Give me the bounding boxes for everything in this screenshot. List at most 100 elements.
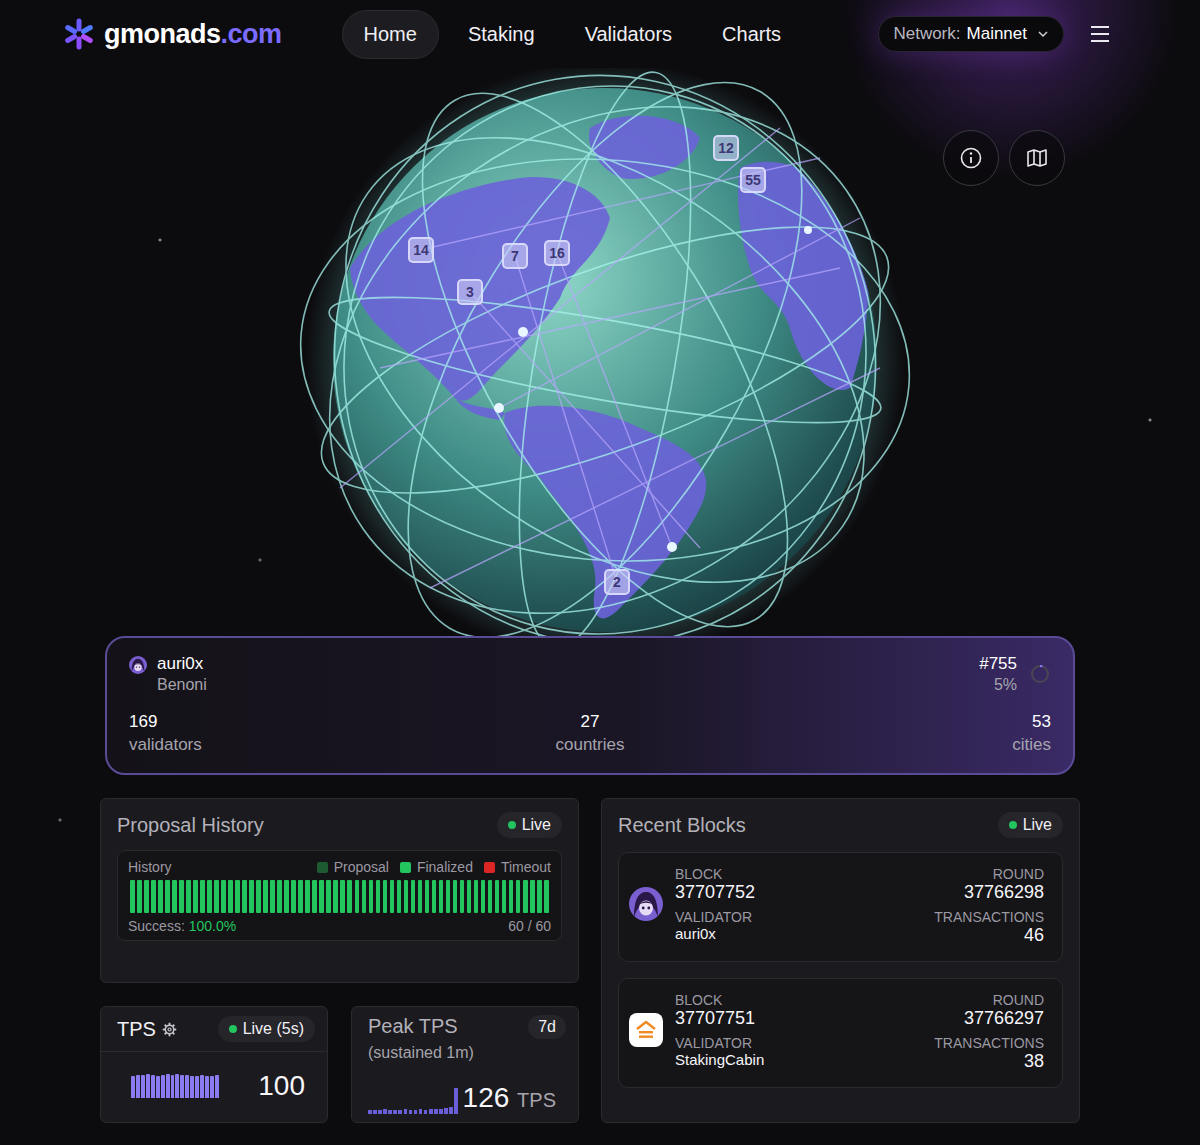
map-button[interactable]: [1009, 130, 1065, 186]
map-pin[interactable]: 3: [457, 279, 483, 305]
history-bar[interactable]: [221, 880, 226, 913]
history-bar[interactable]: [305, 880, 310, 913]
block-validator: StakingCabin: [675, 1051, 922, 1068]
transaction-count: 38: [1024, 1051, 1044, 1072]
history-bar[interactable]: [235, 880, 240, 913]
history-bar[interactable]: [263, 880, 268, 913]
transaction-count: 46: [1024, 925, 1044, 946]
history-bar[interactable]: [495, 880, 500, 913]
history-bar[interactable]: [319, 880, 324, 913]
history-header: History ProposalFinalizedTimeout: [128, 859, 551, 875]
range-badge[interactable]: 7d: [528, 1015, 566, 1039]
history-bar[interactable]: [544, 880, 549, 913]
history-bar[interactable]: [340, 880, 345, 913]
history-bar[interactable]: [362, 880, 367, 913]
history-bar[interactable]: [418, 880, 423, 913]
dashboard-grid: Proposal History Live History ProposalFi…: [100, 798, 1200, 1123]
history-bar[interactable]: [165, 880, 170, 913]
history-bar[interactable]: [249, 880, 254, 913]
history-bar[interactable]: [284, 880, 289, 913]
history-bar[interactable]: [347, 880, 352, 913]
history-bar[interactable]: [516, 880, 521, 913]
current-proposer-card: auri0x Benoni #755 5% 169 validators27 c…: [105, 636, 1075, 775]
history-bar[interactable]: [242, 880, 247, 913]
history-bar[interactable]: [214, 880, 219, 913]
history-bar[interactable]: [186, 880, 191, 913]
history-bar[interactable]: [158, 880, 163, 913]
history-bar[interactable]: [228, 880, 233, 913]
block-label: BLOCK: [675, 866, 922, 882]
menu-icon[interactable]: [1090, 25, 1110, 43]
history-bar[interactable]: [333, 880, 338, 913]
history-bar[interactable]: [446, 880, 451, 913]
map-pin[interactable]: 12: [713, 135, 739, 161]
history-bar[interactable]: [137, 880, 142, 913]
map-pin[interactable]: 14: [408, 237, 434, 263]
history-bar[interactable]: [376, 880, 381, 913]
validator-label: VALIDATOR: [675, 909, 922, 925]
history-bar[interactable]: [326, 880, 331, 913]
history-bar[interactable]: [390, 880, 395, 913]
history-bar[interactable]: [404, 880, 409, 913]
stat: 169 validators: [129, 712, 436, 755]
gear-icon[interactable]: [162, 1022, 177, 1037]
history-bar[interactable]: [369, 880, 374, 913]
legend-item: Finalized: [400, 859, 473, 875]
peak-tps-bar: [409, 1110, 413, 1114]
history-bar[interactable]: [312, 880, 317, 913]
map-pin[interactable]: 2: [604, 569, 630, 595]
peak-tps-value: 126 TPS: [463, 1082, 556, 1114]
history-bar[interactable]: [530, 880, 535, 913]
history-bar[interactable]: [537, 880, 542, 913]
history-bar[interactable]: [488, 880, 493, 913]
nav-item[interactable]: Validators: [564, 11, 693, 58]
validator-name[interactable]: auri0x: [157, 654, 207, 674]
history-bar[interactable]: [291, 880, 296, 913]
history-bar[interactable]: [460, 880, 465, 913]
history-bar[interactable]: [193, 880, 198, 913]
history-bar[interactable]: [256, 880, 261, 913]
history-bar[interactable]: [207, 880, 212, 913]
history-bar[interactable]: [179, 880, 184, 913]
history-bar[interactable]: [355, 880, 360, 913]
history-bar[interactable]: [481, 880, 486, 913]
history-bar[interactable]: [200, 880, 205, 913]
history-bar[interactable]: [432, 880, 437, 913]
tps-bar: [141, 1075, 145, 1098]
top-nav: gmonads.com HomeStakingValidatorsCharts …: [0, 0, 1200, 68]
map-pin[interactable]: 7: [502, 243, 528, 269]
history-bar[interactable]: [467, 880, 472, 913]
history-bar[interactable]: [383, 880, 388, 913]
tps-bar: [175, 1074, 179, 1098]
info-button[interactable]: [943, 130, 999, 186]
map-pin[interactable]: 16: [544, 240, 570, 266]
history-bar[interactable]: [270, 880, 275, 913]
history-bar[interactable]: [397, 880, 402, 913]
block-card[interactable]: BLOCK 37707751 VALIDATOR StakingCabin RO…: [618, 978, 1063, 1088]
history-bar[interactable]: [298, 880, 303, 913]
history-bar[interactable]: [502, 880, 507, 913]
history-bar[interactable]: [144, 880, 149, 913]
map-pin[interactable]: 55: [740, 167, 766, 193]
history-bar[interactable]: [172, 880, 177, 913]
block-card[interactable]: BLOCK 37707752 VALIDATOR auri0x ROUND 37…: [618, 852, 1063, 962]
history-bar[interactable]: [151, 880, 156, 913]
peak-tps-subtitle: (sustained 1m): [368, 1044, 474, 1062]
peak-tps-bar: [444, 1108, 448, 1114]
history-bar[interactable]: [509, 880, 514, 913]
history-bar[interactable]: [411, 880, 416, 913]
history-bar[interactable]: [277, 880, 282, 913]
history-bar[interactable]: [439, 880, 444, 913]
history-bar[interactable]: [453, 880, 458, 913]
nav-item[interactable]: Charts: [701, 11, 802, 58]
stat-value: 53: [1032, 712, 1051, 732]
history-bar[interactable]: [474, 880, 479, 913]
logo-tld: .com: [221, 19, 282, 50]
history-bar[interactable]: [425, 880, 430, 913]
logo[interactable]: gmonads.com: [62, 17, 282, 51]
nav-item[interactable]: Home: [342, 10, 439, 59]
network-select[interactable]: Network: Mainnet: [878, 16, 1064, 52]
history-bar[interactable]: [523, 880, 528, 913]
nav-item[interactable]: Staking: [447, 11, 556, 58]
history-bar[interactable]: [130, 880, 135, 913]
